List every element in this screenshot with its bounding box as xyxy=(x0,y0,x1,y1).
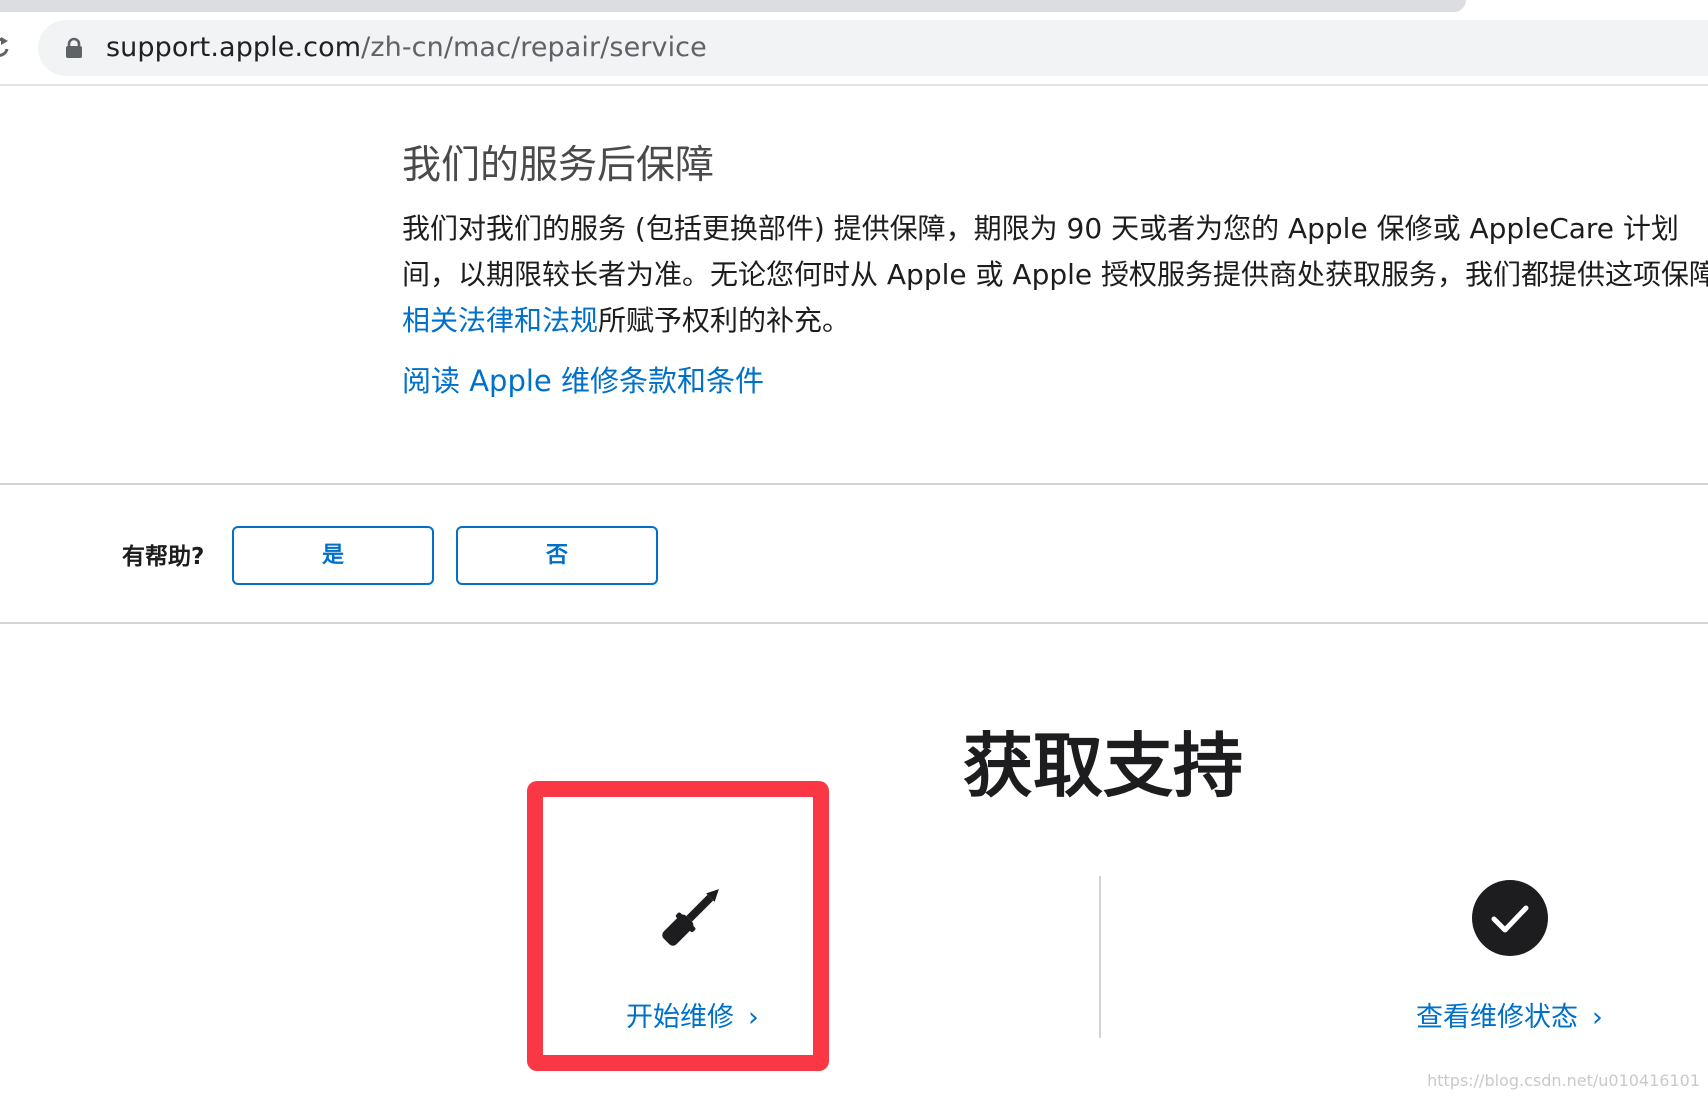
warranty-line-3-rest: 所赋予权利的补充。 xyxy=(598,304,851,337)
repair-status-link[interactable]: 查看维修状态 › xyxy=(1416,998,1603,1038)
repair-status-label: 查看维修状态 xyxy=(1416,1002,1578,1033)
url-path: /zh-cn/mac/repair/service xyxy=(361,32,707,63)
warranty-line-3: 相关法律和法规所赋予权利的补充。 xyxy=(402,298,1708,344)
lock-icon[interactable] xyxy=(64,37,84,59)
checkmark-circle-icon[interactable] xyxy=(1472,880,1548,956)
start-repair-link[interactable]: 开始维修 › xyxy=(626,998,759,1038)
watermark: https://blog.csdn.net/u010416101 xyxy=(1427,1071,1700,1090)
chevron-right-icon: › xyxy=(748,1002,759,1033)
warranty-paragraph: 我们对我们的服务 (包括更换部件) 提供保障，期限为 90 天或者为您的 App… xyxy=(402,206,1708,344)
browser-tab-strip xyxy=(0,0,1466,12)
laws-regulations-link[interactable]: 相关法律和法规 xyxy=(402,304,598,337)
warranty-heading: 我们的服务后保障 xyxy=(402,143,715,188)
screwdriver-icon[interactable] xyxy=(650,874,734,958)
start-repair-label: 开始维修 xyxy=(626,1002,734,1033)
url-text[interactable]: support.apple.com/zh-cn/mac/repair/servi… xyxy=(106,29,707,67)
warranty-line-1: 我们对我们的服务 (包括更换部件) 提供保障，期限为 90 天或者为您的 App… xyxy=(402,212,1679,245)
section-divider xyxy=(0,483,1708,485)
url-host: support.apple.com xyxy=(106,32,362,63)
no-button[interactable]: 否 xyxy=(456,526,658,585)
section-divider xyxy=(0,622,1708,624)
get-support-heading: 获取支持 xyxy=(963,725,1243,807)
helpful-label: 有帮助? xyxy=(122,544,205,570)
repair-terms-link[interactable]: 阅读 Apple 维修条款和条件 xyxy=(402,358,764,404)
chevron-right-icon: › xyxy=(1592,1002,1603,1033)
warranty-line-2: 间，以期限较长者为准。无论您何时从 Apple 或 Apple 授权服务提供商处… xyxy=(402,258,1708,291)
reload-icon[interactable] xyxy=(0,36,10,60)
yes-button[interactable]: 是 xyxy=(232,526,434,585)
tile-divider xyxy=(1099,876,1101,1038)
